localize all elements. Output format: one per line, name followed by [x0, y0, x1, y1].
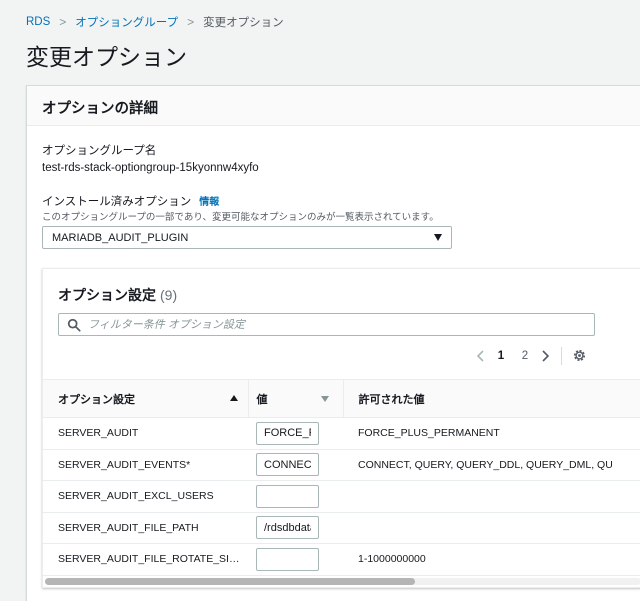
- breadcrumb-separator: >: [59, 15, 67, 29]
- pager-divider: [561, 347, 562, 365]
- option-details-panel: オプションの詳細 オプショングループ名 test-rds-stack-optio…: [26, 85, 640, 601]
- installed-option-selected-value: MARIADB_AUDIT_PLUGIN: [52, 231, 189, 244]
- installed-options-label: インストール済みオプション 情報: [42, 193, 219, 209]
- gear-icon[interactable]: [572, 348, 588, 364]
- table-row: SERVER_AUDIT_EVENTS* CONNECT, QUERY, QUE…: [43, 449, 640, 481]
- option-value-input[interactable]: [256, 453, 319, 477]
- page-2-button[interactable]: 2: [513, 350, 537, 362]
- option-name: SERVER_AUDIT_EVENTS*: [43, 449, 248, 481]
- installed-options-label-text: インストール済みオプション: [42, 196, 192, 208]
- option-settings-count: (9): [160, 287, 178, 303]
- option-group-value: test-rds-stack-optiongroup-15kyonnw4xyfo: [42, 162, 259, 174]
- installed-options-description: このオプショングループの一部であり、変更可能なオプションのみが一覧表示されていま…: [42, 212, 439, 223]
- caret-down-icon: [434, 234, 442, 241]
- breadcrumb: RDS > オプショングループ > 変更オプション: [26, 14, 284, 30]
- allowed-values: [343, 480, 640, 513]
- filter-input[interactable]: [88, 318, 528, 331]
- option-name: SERVER_AUDIT_EXCL_USERS: [43, 480, 248, 513]
- option-name: SERVER_AUDIT_FILE_PATH: [43, 512, 248, 544]
- option-settings-card: オプション設定(9) 1 2: [42, 268, 640, 588]
- option-value-input[interactable]: [256, 421, 319, 445]
- column-header-allowed-values: 許可された値: [342, 379, 640, 418]
- allowed-values: 1-1000000000: [343, 543, 640, 576]
- sort-ascending-icon: [229, 395, 238, 401]
- breadcrumb-separator: >: [187, 15, 195, 29]
- column-header-allowed-values-label: 許可された値: [358, 393, 425, 406]
- installed-option-select[interactable]: MARIADB_AUDIT_PLUGIN: [42, 226, 452, 249]
- info-link[interactable]: 情報: [199, 197, 219, 208]
- breadcrumb-current: 変更オプション: [203, 17, 284, 29]
- search-icon: [67, 318, 81, 332]
- table-row: SERVER_AUDIT_EXCL_USERS: [43, 480, 640, 513]
- panel-header: オプションの詳細: [27, 86, 640, 126]
- panel-title: オプションの詳細: [42, 101, 158, 117]
- column-header-value[interactable]: 値: [247, 379, 343, 418]
- column-header-option-setting-label: オプション設定: [58, 393, 135, 406]
- chevron-right-icon[interactable]: [537, 348, 553, 364]
- option-value-input[interactable]: [256, 516, 319, 540]
- breadcrumb-rds[interactable]: RDS: [26, 16, 50, 28]
- option-settings-title-text: オプション設定: [58, 287, 156, 303]
- option-value-input[interactable]: [256, 547, 319, 571]
- column-header-value-label: 値: [256, 393, 268, 406]
- table-row: SERVER_AUDIT FORCE_PLUS_PERMANENT: [43, 417, 640, 450]
- chevron-left-icon[interactable]: [473, 348, 489, 364]
- horizontal-scrollbar[interactable]: [45, 578, 640, 585]
- allowed-values: CONNECT, QUERY, QUERY_DDL, QUERY_DML, QU: [343, 449, 640, 481]
- option-group-label: オプショングループ名: [42, 145, 157, 157]
- pagination: 1 2: [473, 347, 588, 365]
- option-name: SERVER_AUDIT_FILE_ROTATE_SI…: [43, 543, 248, 576]
- table-row: SERVER_AUDIT_FILE_PATH: [43, 512, 640, 544]
- sort-descending-icon: [320, 396, 329, 402]
- option-name: SERVER_AUDIT: [43, 417, 248, 450]
- breadcrumb-option-groups[interactable]: オプショングループ: [75, 14, 178, 30]
- page-1-button[interactable]: 1: [489, 350, 513, 362]
- scrollbar-thumb[interactable]: [45, 578, 415, 585]
- option-settings-table: オプション設定 値 許可された値 SERVER_AUDIT FORCE_PLUS…: [43, 379, 640, 576]
- column-header-option-setting[interactable]: オプション設定: [43, 379, 248, 418]
- allowed-values: FORCE_PLUS_PERMANENT: [343, 417, 640, 450]
- option-settings-title: オプション設定 (9): [58, 285, 177, 305]
- allowed-values: [343, 512, 640, 544]
- filter-box[interactable]: [58, 313, 595, 336]
- page-title: 変更オプション: [26, 44, 187, 70]
- option-value-input[interactable]: [256, 484, 319, 508]
- table-row: SERVER_AUDIT_FILE_ROTATE_SI… 1-100000000…: [43, 543, 640, 576]
